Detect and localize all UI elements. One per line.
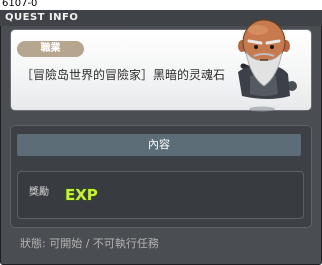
quest-status: 狀態: 可開始 / 不可執行任務 [20,237,159,250]
category-badge: 職業 [17,41,84,57]
quest-id: 6107-0 [2,0,38,9]
exp-icon[interactable]: EXP [64,185,98,203]
reward-label: 獎勵 [29,187,49,198]
content-section-header: 內容 [17,134,301,156]
quest-name: ［冒險岛世界的冒險家］黑暗的灵魂石 [21,68,226,82]
npc-portrait-icon [238,19,297,112]
window-title: QUEST INFO [5,12,79,23]
top-strip [0,0,322,10]
reward-box [17,171,304,219]
exp-icon-text: EXP [65,186,98,203]
